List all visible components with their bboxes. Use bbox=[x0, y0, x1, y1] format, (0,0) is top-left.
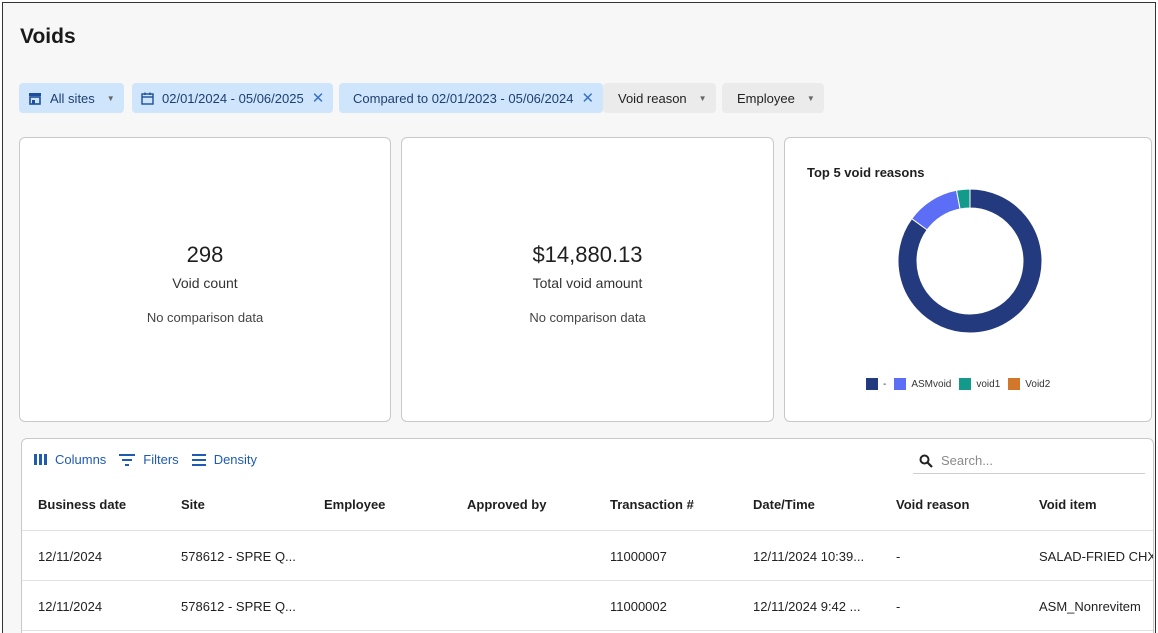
void-reasons-chart-card: Top 5 void reasons - ASMvoid void1 Void2 bbox=[784, 137, 1152, 422]
column-header-date-time[interactable]: Date/Time bbox=[753, 497, 815, 512]
date-range-label: 02/01/2024 - 05/06/2025 bbox=[162, 90, 304, 106]
compare-filter[interactable]: Compared to 02/01/2023 - 05/06/2024 ✕ bbox=[339, 83, 604, 113]
cell-transaction: 11000007 bbox=[610, 549, 667, 564]
columns-icon bbox=[34, 454, 47, 465]
search-icon bbox=[919, 454, 933, 468]
void-count-card: 298 Void count No comparison data bbox=[19, 137, 391, 422]
void-count-value: 298 bbox=[186, 242, 224, 267]
chevron-down-icon: ▼ bbox=[698, 93, 707, 103]
close-icon[interactable]: ✕ bbox=[312, 91, 325, 106]
void-count-label: Void count bbox=[172, 275, 238, 291]
voids-page: Voids All sites ▼ 02/01/2024 - 05/06/202… bbox=[2, 2, 1156, 633]
cell-business-date: 12/11/2024 bbox=[38, 599, 103, 614]
search-input[interactable] bbox=[941, 453, 1121, 468]
legend-label: void1 bbox=[976, 378, 1001, 390]
chevron-down-icon: ▼ bbox=[106, 93, 115, 103]
legend-item-void2[interactable]: Void2 bbox=[1008, 378, 1050, 390]
cell-site: 578612 - SPRE Q... bbox=[181, 549, 296, 564]
cell-business-date: 12/11/2024 bbox=[38, 549, 103, 564]
void-reason-filter[interactable]: Void reason ▼ bbox=[603, 83, 716, 113]
table-toolbar: Columns Filters Density bbox=[34, 452, 270, 467]
cell-void-reason: - bbox=[896, 549, 901, 564]
cell-date-time: 12/11/2024 9:42 ... bbox=[753, 599, 861, 614]
void-count-comparison: No comparison data bbox=[146, 310, 264, 325]
void-amount-value: $14,880.13 bbox=[532, 242, 643, 267]
density-button[interactable]: Density bbox=[191, 452, 258, 467]
columns-label: Columns bbox=[55, 452, 107, 467]
density-label: Density bbox=[213, 452, 258, 467]
legend-swatch bbox=[894, 378, 907, 390]
all-sites-filter[interactable]: All sites ▼ bbox=[19, 83, 124, 113]
cell-void-item: ASM_Nonrevitem bbox=[1039, 599, 1141, 614]
void-amount-comparison: No comparison data bbox=[529, 310, 646, 325]
donut-slice-asmvoid[interactable] bbox=[911, 189, 961, 231]
cell-transaction: 11000002 bbox=[610, 599, 667, 614]
columns-button[interactable]: Columns bbox=[34, 452, 106, 467]
employee-label: Employee bbox=[737, 90, 795, 106]
chevron-down-icon: ▼ bbox=[806, 93, 815, 103]
legend-swatch bbox=[959, 378, 972, 390]
legend-item-void1[interactable]: void1 bbox=[959, 378, 1000, 390]
compare-label: Compared to 02/01/2023 - 05/06/2024 bbox=[353, 90, 574, 106]
cell-void-item: SALAD-FRIED CHX bbox=[1039, 549, 1154, 564]
legend-label: - bbox=[883, 378, 887, 390]
cell-void-reason: - bbox=[896, 599, 901, 614]
legend-item-asmvoid[interactable]: ASMvoid bbox=[894, 378, 951, 390]
table-row[interactable]: 12/11/2024 578612 - SPRE Q... 11000002 1… bbox=[22, 581, 1153, 631]
table-header: Business date Site Employee Approved by … bbox=[22, 485, 1153, 531]
filter-icon bbox=[119, 453, 136, 466]
legend-swatch bbox=[866, 378, 878, 390]
column-header-business-date[interactable]: Business date bbox=[38, 497, 126, 512]
legend-label: Void2 bbox=[1025, 378, 1051, 390]
all-sites-label: All sites bbox=[50, 90, 95, 106]
column-header-void-item[interactable]: Void item bbox=[1039, 497, 1097, 512]
legend-swatch bbox=[1008, 378, 1021, 390]
cell-date-time: 12/11/2024 10:39... bbox=[753, 549, 865, 564]
column-header-transaction[interactable]: Transaction # bbox=[610, 497, 694, 512]
chart-legend: - ASMvoid void1 Void2 bbox=[866, 378, 1058, 390]
void-reason-label: Void reason bbox=[618, 90, 687, 106]
legend-label: ASMvoid bbox=[911, 378, 952, 390]
column-header-employee[interactable]: Employee bbox=[324, 497, 385, 512]
void-amount-card: $14,880.13 Total void amount No comparis… bbox=[401, 137, 774, 422]
column-header-approved-by[interactable]: Approved by bbox=[467, 497, 546, 512]
table-row[interactable]: 12/11/2024 578612 - SPRE Q... 11000007 1… bbox=[22, 531, 1153, 581]
date-range-filter[interactable]: 02/01/2024 - 05/06/2025 ✕ bbox=[132, 83, 334, 113]
cell-site: 578612 - SPRE Q... bbox=[181, 599, 296, 614]
close-icon[interactable]: ✕ bbox=[581, 91, 594, 106]
voids-table: Columns Filters Density Business date Si… bbox=[21, 438, 1154, 633]
column-header-void-reason[interactable]: Void reason bbox=[896, 497, 969, 512]
page-title: Voids bbox=[20, 25, 76, 48]
filters-button[interactable]: Filters bbox=[119, 452, 179, 467]
column-header-site[interactable]: Site bbox=[181, 497, 205, 512]
filters-label: Filters bbox=[143, 452, 179, 467]
donut-chart bbox=[897, 188, 1043, 334]
search-box[interactable] bbox=[913, 448, 1145, 474]
density-icon bbox=[191, 453, 206, 466]
store-icon bbox=[28, 92, 42, 105]
legend-item-dash[interactable]: - bbox=[866, 378, 886, 390]
calendar-icon bbox=[141, 92, 154, 105]
void-amount-label: Total void amount bbox=[532, 275, 643, 291]
employee-filter[interactable]: Employee ▼ bbox=[722, 83, 824, 113]
